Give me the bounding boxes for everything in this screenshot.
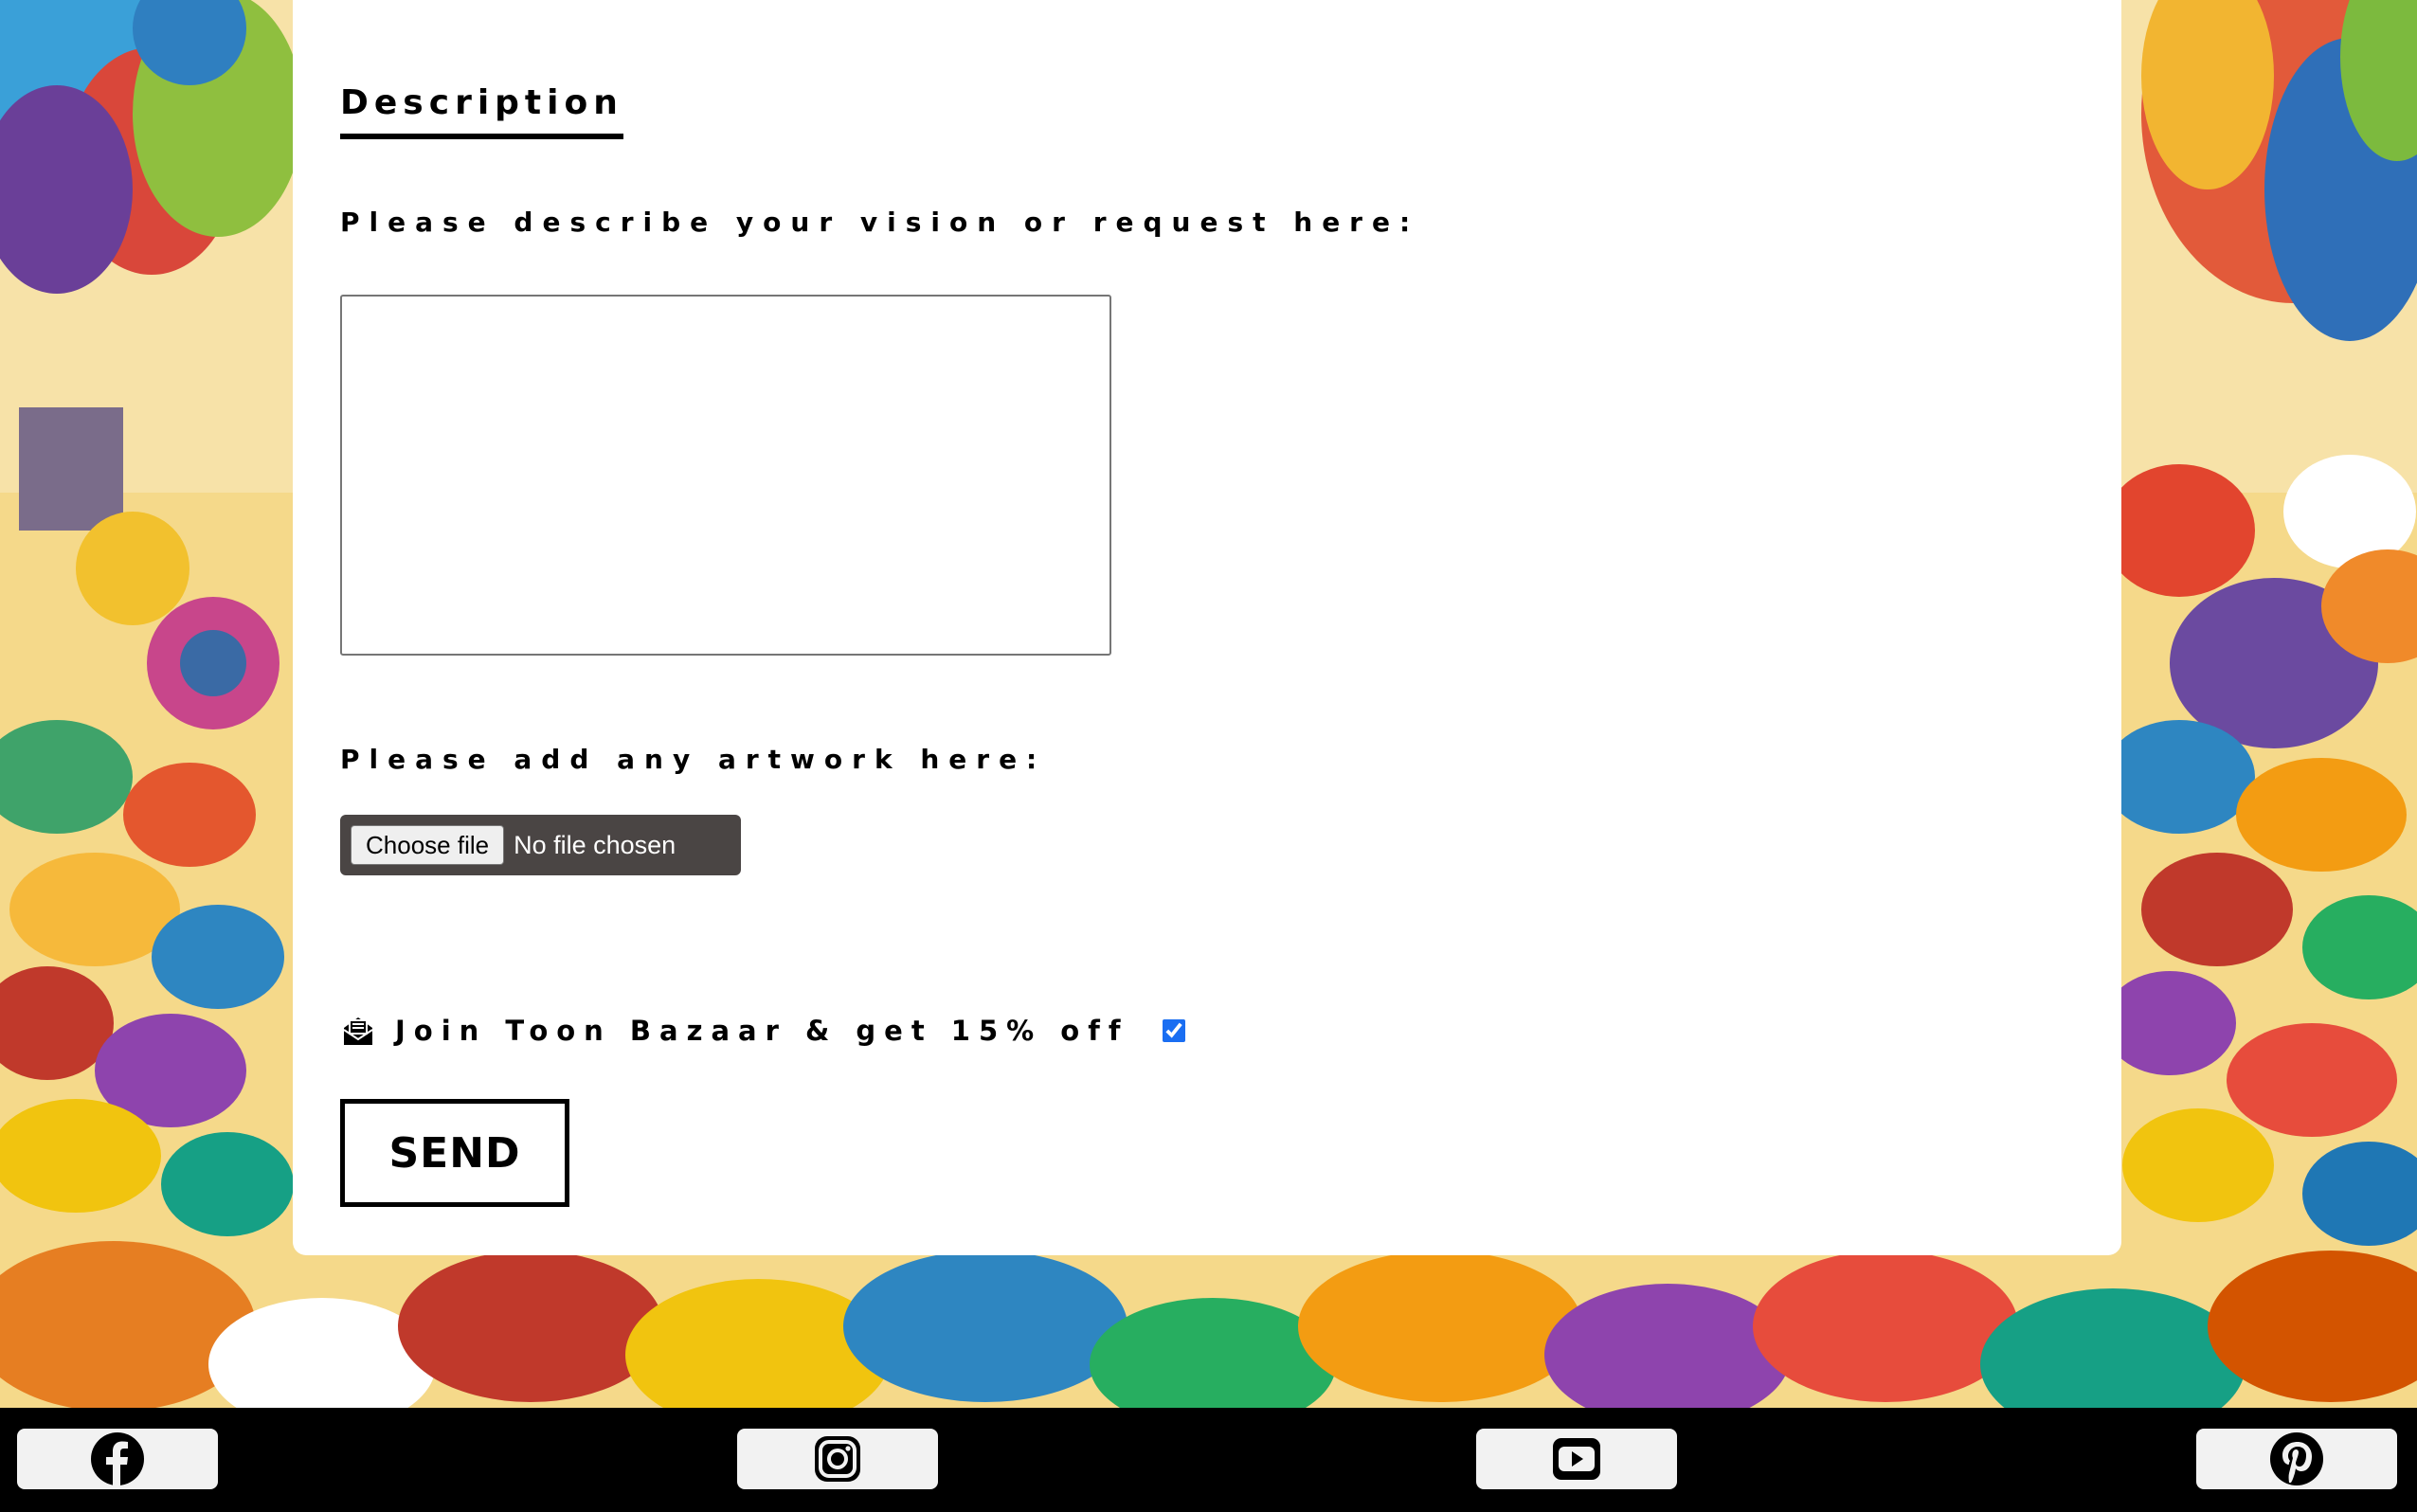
pinterest-link[interactable] (2196, 1429, 2397, 1489)
artwork-file-input[interactable]: Choose file No file chosen (340, 815, 741, 875)
newsletter-checkbox[interactable] (1163, 1019, 1186, 1042)
newsletter-row: Join Toon Bazaar & get 15% off (340, 1008, 1188, 1053)
envelope-open-icon (343, 1017, 373, 1045)
instagram-icon (815, 1436, 860, 1482)
youtube-icon (1553, 1438, 1600, 1480)
facebook-link[interactable] (17, 1429, 218, 1489)
send-button[interactable]: SEND (340, 1099, 569, 1207)
pinterest-icon (2270, 1432, 2323, 1485)
file-status-text: No file chosen (514, 830, 676, 859)
section-title: Description (340, 83, 623, 139)
form-card: Description Please describe your vision … (293, 0, 2121, 1255)
facebook-icon (91, 1432, 144, 1485)
instagram-link[interactable] (737, 1429, 938, 1489)
newsletter-label: Join Toon Bazaar & get 15% off (395, 1015, 1129, 1047)
youtube-link[interactable] (1476, 1429, 1677, 1489)
page: Description Please describe your vision … (0, 0, 2417, 1512)
vision-textarea[interactable] (340, 295, 1111, 656)
choose-file-button[interactable]: Choose file (351, 825, 505, 865)
vision-label: Please describe your vision or request h… (340, 207, 1420, 238)
artwork-label: Please add any artwork here: (340, 744, 1047, 775)
footer (0, 1408, 2417, 1512)
